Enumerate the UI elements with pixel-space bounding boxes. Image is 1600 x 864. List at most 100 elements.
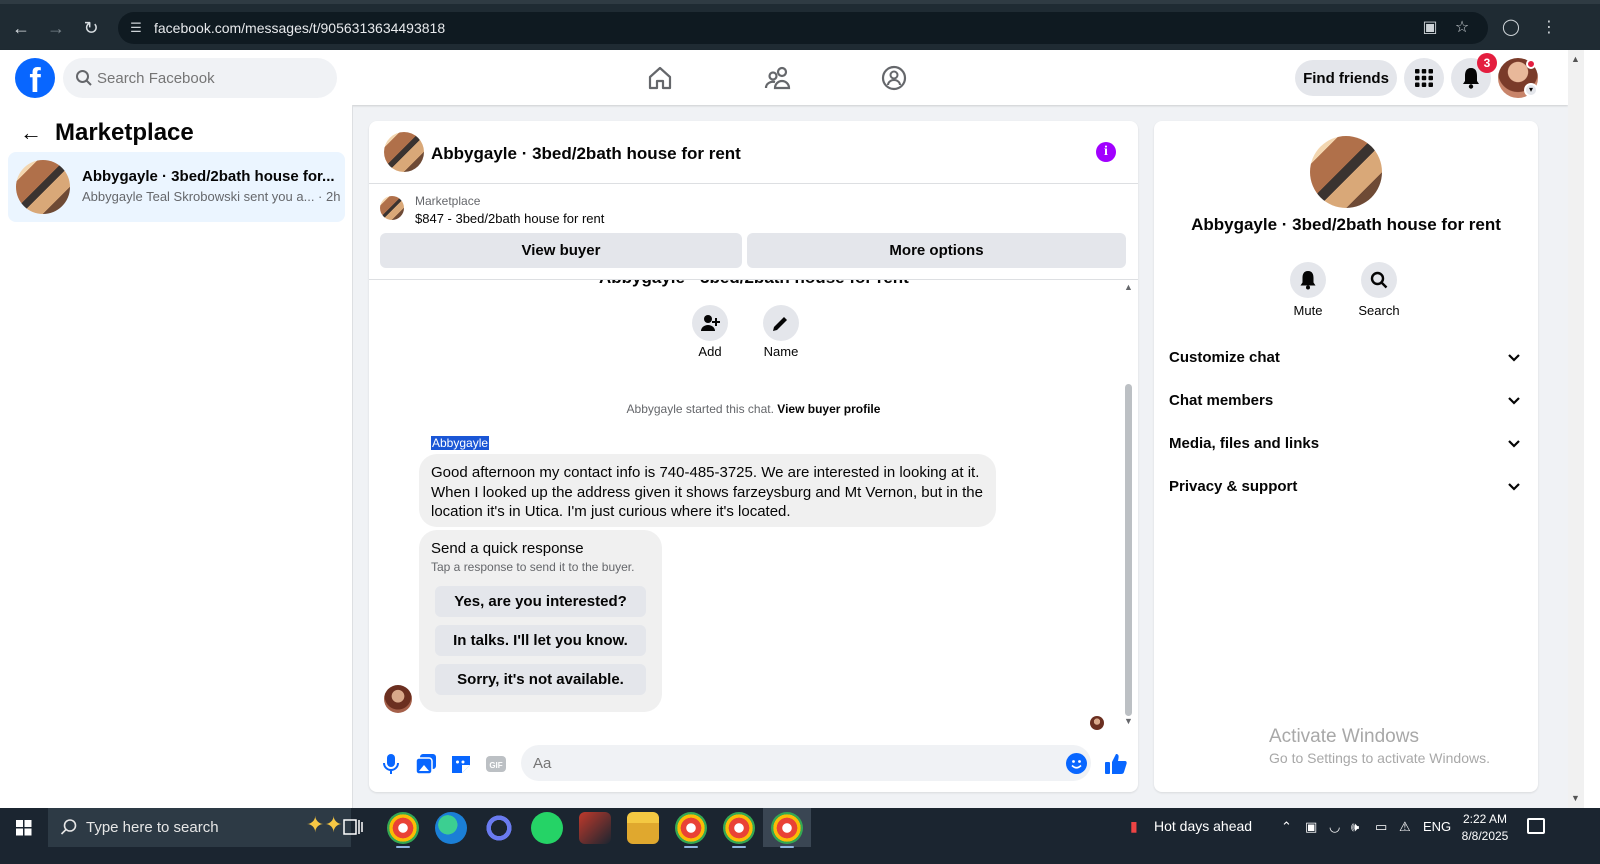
scrollbar-thumb[interactable]	[1125, 384, 1132, 716]
quick-response-button[interactable]: Yes, are you interested?	[435, 586, 646, 617]
find-friends-button[interactable]: Find friends	[1295, 60, 1397, 96]
back-arrow-icon[interactable]: ←	[10, 17, 32, 39]
file-explorer-icon[interactable]	[627, 812, 659, 844]
site-info-icon[interactable]: ☰	[128, 20, 144, 36]
url-text[interactable]: facebook.com/messages/t/9056313634493818	[154, 20, 445, 36]
battery-icon[interactable]: ▭	[1375, 819, 1387, 835]
avatar[interactable]	[384, 685, 412, 713]
show-hidden-icons-icon[interactable]: ⌃	[1281, 819, 1292, 835]
chat-title[interactable]: Abbygayle · 3bed/2bath house for rent	[431, 144, 741, 164]
started-text: Abbygayle started this chat.	[626, 402, 774, 416]
chat-started-notice: Abbygayle started this chat. View buyer …	[369, 402, 1138, 416]
view-buyer-profile-link[interactable]: View buyer profile	[777, 402, 880, 416]
chevron-down-icon[interactable]: ▾	[1524, 83, 1538, 97]
clock[interactable]: 2:22 AM 8/8/2025	[1450, 811, 1520, 845]
vpn-icon[interactable]	[579, 812, 611, 844]
mute-label: Mute	[1293, 303, 1323, 318]
task-view-icon[interactable]	[342, 817, 364, 837]
conversation-item[interactable]: Abbygayle · 3bed/2bath house for... Abby…	[8, 152, 345, 222]
taskbar-search[interactable]: Type here to search ✦✦	[48, 808, 351, 847]
group-name-heading: Abbygayle · 3bed/2bath house for rent	[599, 280, 909, 288]
sticker-icon[interactable]	[450, 753, 472, 775]
chrome-active-icon[interactable]	[771, 812, 803, 848]
notification-center-icon[interactable]	[1527, 818, 1545, 834]
search-icon	[1370, 271, 1388, 289]
quick-response-button[interactable]: In talks. I'll let you know.	[435, 625, 646, 656]
listing-avatar[interactable]	[1310, 136, 1382, 208]
scroll-down-icon[interactable]: ▼	[1124, 716, 1133, 726]
customize-chat-section[interactable]: Customize chat	[1154, 336, 1538, 379]
search-label: Search	[1358, 303, 1400, 318]
message-input[interactable]	[521, 745, 1091, 781]
menu-icon[interactable]: ⋮	[1538, 17, 1560, 39]
name-button[interactable]	[763, 305, 799, 341]
scroll-up-icon[interactable]: ▲	[1571, 54, 1580, 64]
home-icon[interactable]	[646, 64, 674, 92]
chrome-icon[interactable]	[387, 812, 419, 848]
chrome-profile-icon[interactable]	[675, 812, 707, 848]
bookmark-star-icon[interactable]: ☆	[1451, 17, 1473, 39]
search-input[interactable]	[97, 58, 327, 98]
search-box[interactable]	[63, 58, 337, 98]
photo-icon[interactable]	[415, 753, 437, 775]
thumbs-up-icon[interactable]	[1104, 752, 1128, 776]
network-icon[interactable]: ⚠	[1399, 819, 1411, 835]
marketplace-listing-bar: Marketplace $847 - 3bed/2bath house for …	[369, 184, 1138, 280]
meet-now-icon[interactable]: ▣	[1305, 819, 1317, 835]
media-files-links-section[interactable]: Media, files and links	[1154, 422, 1538, 465]
message-scrollbar[interactable]: ▲ ▼	[1123, 280, 1135, 736]
chat-members-section[interactable]: Chat members	[1154, 379, 1538, 422]
language-indicator[interactable]: ENG	[1423, 819, 1451, 834]
scroll-up-icon[interactable]: ▲	[1124, 282, 1133, 292]
profile-icon[interactable]: ◯	[1500, 17, 1522, 39]
groups-icon[interactable]	[880, 64, 908, 92]
time: 2:22 AM	[1462, 812, 1508, 826]
whatsapp-icon[interactable]	[531, 812, 563, 844]
privacy-support-section[interactable]: Privacy & support	[1154, 465, 1538, 508]
section-label: Privacy & support	[1169, 478, 1298, 495]
chrome-profile-icon[interactable]	[723, 812, 755, 848]
add-label: Add	[698, 344, 722, 359]
info-icon[interactable]: i	[1096, 142, 1116, 162]
facebook-logo-icon[interactable]: f	[15, 58, 55, 98]
quick-response-button[interactable]: Sorry, it's not available.	[435, 664, 646, 695]
windows-start-icon[interactable]	[0, 808, 48, 847]
mute-button[interactable]	[1290, 262, 1326, 298]
chat-thumbnail[interactable]	[384, 132, 424, 172]
search-in-conversation-button[interactable]	[1361, 262, 1397, 298]
gif-icon[interactable]: GIF	[485, 753, 507, 775]
status-dot	[1526, 59, 1536, 69]
browser-toolbar: ← → ↻ ☰ facebook.com/messages/t/90563136…	[0, 0, 1600, 50]
chevron-down-icon	[1508, 397, 1520, 405]
weather-widget[interactable]: ▮ Hot days ahead	[1130, 818, 1252, 836]
microphone-icon[interactable]	[380, 753, 402, 775]
scroll-down-icon[interactable]: ▼	[1571, 793, 1580, 803]
page-scrollbar[interactable]: ▲ ▼	[1568, 50, 1584, 808]
address-bar[interactable]: ☰ facebook.com/messages/t/90563136344938…	[118, 12, 1488, 44]
listing-title[interactable]: $847 - 3bed/2bath house for rent	[415, 211, 604, 226]
chevron-down-icon	[1508, 440, 1520, 448]
app-icon[interactable]	[483, 812, 515, 844]
install-app-icon[interactable]: ▣	[1419, 17, 1441, 39]
section-label: Chat members	[1169, 392, 1274, 409]
name-label: Name	[763, 344, 799, 359]
marketplace-label: Marketplace	[415, 194, 481, 208]
volume-icon[interactable]: 🕪	[1351, 819, 1359, 835]
friends-icon[interactable]	[764, 64, 792, 92]
running-indicator	[780, 846, 794, 848]
wifi-icon[interactable]: ◡	[1329, 819, 1340, 835]
edge-icon[interactable]	[435, 812, 467, 844]
date: 8/8/2025	[1461, 829, 1509, 843]
back-arrow-icon[interactable]: ←	[20, 122, 42, 144]
message-bubble[interactable]: Good afternoon my contact info is 740-48…	[419, 454, 996, 527]
menu-grid-button[interactable]	[1404, 58, 1444, 98]
more-options-button[interactable]: More options	[747, 233, 1126, 268]
forward-arrow-icon[interactable]: →	[45, 17, 67, 39]
view-buyer-button[interactable]: View buyer	[380, 233, 742, 268]
emoji-icon[interactable]	[1066, 753, 1087, 774]
svg-text:GIF: GIF	[489, 761, 502, 770]
chat-details-panel: Abbygayle · 3bed/2bath house for rent Mu…	[1154, 121, 1538, 792]
add-people-button[interactable]	[692, 305, 728, 341]
weather-text: Hot days ahead	[1154, 818, 1253, 834]
reload-icon[interactable]: ↻	[80, 17, 102, 39]
